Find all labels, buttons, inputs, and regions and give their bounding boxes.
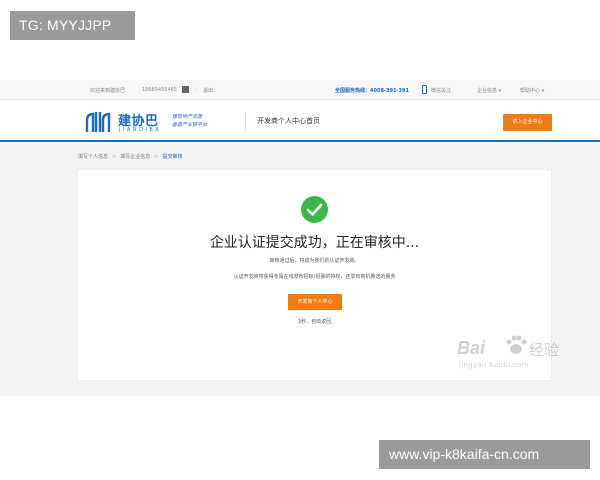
- watermark-brand: Bai: [457, 338, 486, 358]
- qr-code-icon[interactable]: [182, 86, 189, 93]
- breadcrumb-separator: >: [154, 154, 159, 160]
- page-title: 开发商个人中心首页: [257, 117, 320, 125]
- site-header: 建协巴 JIANDIBA 建筑地产资源 垂直产业链平台 开发商个人中心首页 进入…: [0, 100, 600, 142]
- breadcrumb-separator: >: [112, 154, 117, 160]
- top-watermark-tag: TG: MYYJJPP: [10, 11, 135, 40]
- hotline-text: 全国服务热线：4008-391-391: [335, 88, 409, 94]
- wechat-follow-link[interactable]: 微信关注: [431, 87, 451, 94]
- logout-link[interactable]: 退出: [203, 87, 213, 94]
- webpage-screenshot: 欢迎来到建协巴 18665455465 | 退出 全国服务热线：4008-391…: [0, 80, 600, 396]
- slogan-line-2: 垂直产业链平台: [172, 122, 208, 128]
- top-utility-bar: 欢迎来到建协巴 18665455465 | 退出 全国服务热线：4008-391…: [0, 80, 600, 100]
- privilege-description: 认证开发商将获得专属在线发布招标/招募的特权，还享有商机推送的服务: [233, 274, 396, 280]
- mobile-phone-icon: [422, 85, 427, 94]
- header-divider: [245, 113, 246, 131]
- enter-enterprise-center-button[interactable]: 进入企业中心: [503, 114, 552, 131]
- welcome-text: 欢迎来到建协巴: [90, 88, 126, 94]
- success-title: 企业认证提交成功，正在审核中...: [209, 235, 420, 251]
- bottom-watermark-tag: www.vip-k8kaifa-cn.com: [379, 440, 590, 469]
- logo-english-name: JIANDIBA: [119, 127, 162, 133]
- watermark-suffix: 经验: [529, 341, 560, 359]
- enterprise-info-menu[interactable]: 企业信息 ▾: [477, 87, 501, 94]
- breadcrumb: 填写个人信息 > 填写企业信息 > 提交审核: [78, 153, 182, 160]
- breadcrumb-item-enterprise-info[interactable]: 填写企业信息: [120, 154, 150, 160]
- baidu-jingyan-watermark: Bai 经验 jingyan.baidu.com: [457, 334, 575, 374]
- logo-slogan: 建筑地产资源 垂直产业链平台: [172, 113, 207, 129]
- developer-center-button[interactable]: 开发商个人中心: [288, 294, 342, 310]
- watermark-url: jingyan.baidu.com: [459, 361, 529, 369]
- breadcrumb-item-submit-review: 提交审核: [162, 154, 183, 160]
- logo-mark-icon[interactable]: [84, 110, 114, 134]
- help-center-menu[interactable]: 帮助中心 ▾: [520, 87, 544, 94]
- slogan-line-1: 建筑地产资源: [172, 114, 203, 120]
- topbar-divider: |: [195, 87, 197, 93]
- review-description: 审核通过后，将成为我们的认证开发商。: [269, 258, 360, 264]
- auto-return-countdown: 3秒，自动返回: [297, 319, 332, 325]
- paw-logo-icon: [506, 335, 527, 354]
- user-phone[interactable]: 18665455465: [142, 87, 177, 93]
- success-check-icon: [301, 196, 328, 223]
- breadcrumb-item-personal-info[interactable]: 填写个人信息: [78, 154, 108, 160]
